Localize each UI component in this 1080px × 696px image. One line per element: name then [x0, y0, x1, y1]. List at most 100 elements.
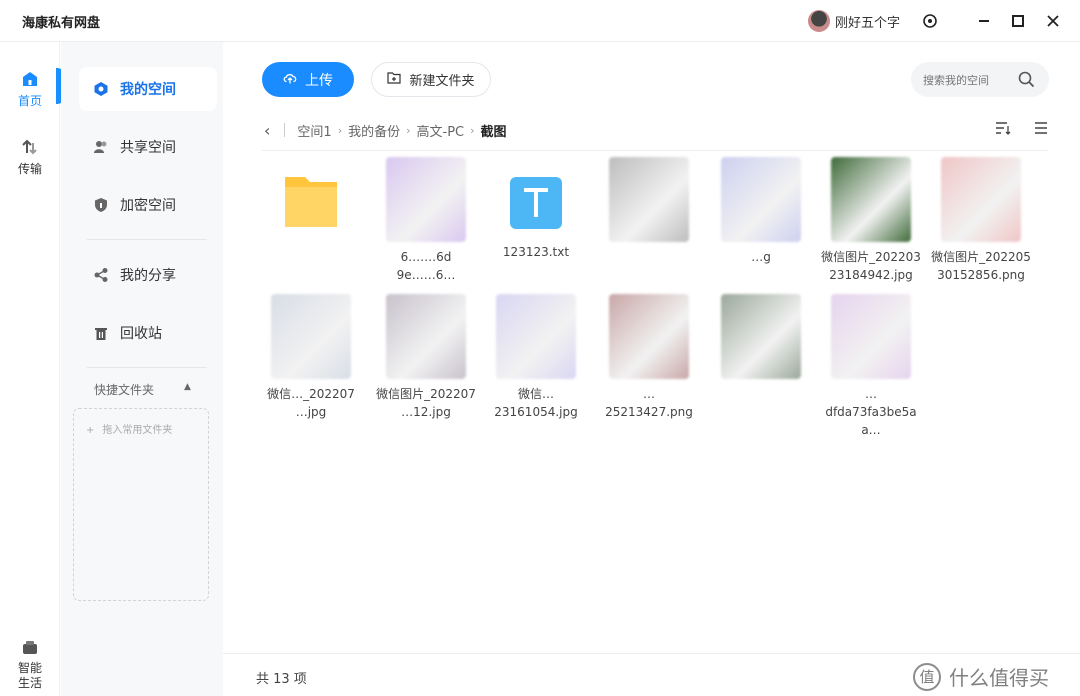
search-icon[interactable]	[1018, 71, 1035, 92]
settings-icon[interactable]	[918, 9, 942, 33]
smart-life-icon	[21, 624, 39, 654]
quick-folder-dropzone[interactable]: + 拖入常用文件夹	[73, 408, 209, 601]
file-name: …g	[751, 250, 771, 264]
file-item[interactable]: …g	[708, 157, 814, 266]
chevron-right-icon: ›	[337, 123, 343, 137]
image-thumbnail	[831, 294, 911, 379]
image-thumbnail	[721, 157, 801, 242]
search-input[interactable]	[923, 71, 1018, 89]
close-icon[interactable]	[1041, 9, 1065, 33]
sort-icon[interactable]	[995, 120, 1011, 139]
collapse-caret-icon[interactable]: ▲	[184, 382, 191, 392]
title-bar: 海康私有网盘 刚好五个字	[0, 0, 1080, 42]
breadcrumb-item[interactable]: 高文-PC	[417, 121, 465, 140]
share-icon	[93, 267, 109, 283]
new-folder-button[interactable]: 新建文件夹	[371, 62, 491, 97]
file-name: 微信图片_202203 23184942.jpg	[821, 250, 921, 282]
sidebar-item-trash[interactable]: 回收站	[79, 311, 217, 355]
watermark-logo: 值	[913, 662, 941, 691]
file-item[interactable]: 微信… 23161054.jpg	[483, 294, 589, 421]
file-name: … 25213427.png	[605, 387, 693, 419]
breadcrumb-divider	[284, 123, 286, 137]
cloud-upload-icon	[283, 71, 297, 89]
watermark: 值 什么值得买	[913, 662, 1049, 691]
image-thumbnail	[609, 294, 689, 379]
upload-button[interactable]: 上传	[262, 62, 354, 97]
status-bar: 共 13 项 值 什么值得买	[223, 653, 1080, 696]
nav-transfer[interactable]: 传输	[0, 138, 60, 177]
file-name: 微信图片_202205 30152856.png	[931, 250, 1031, 282]
sidebar-item-shared-space[interactable]: 共享空间	[79, 125, 217, 169]
nav-home-label: 首页	[17, 94, 42, 108]
sidebar-item-my-space[interactable]: 我的空间	[79, 67, 217, 111]
chevron-right-icon: ›	[406, 123, 411, 137]
back-chevron-icon[interactable]: ‹	[264, 121, 270, 140]
image-thumbnail	[386, 157, 466, 242]
file-name: … dfda73fa3be5aa…	[825, 387, 917, 437]
file-item[interactable]: 微信…_202207 …jpg	[258, 294, 364, 421]
secondary-sidebar: 我的空间 共享空间 加密空间 我的分享 回收站 快捷文件夹 ▲ + 拖入常用文件夹	[61, 42, 223, 696]
quick-folders-label: 快捷文件夹	[94, 383, 155, 397]
nav-home[interactable]: 首页	[0, 70, 60, 109]
minimize-icon[interactable]	[972, 9, 996, 33]
file-name: 123123.txt	[502, 245, 570, 259]
primary-nav: 首页 传输 智能 生活	[0, 42, 60, 696]
file-item[interactable]: 微信图片_202205 30152856.png	[928, 157, 1034, 284]
file-item[interactable]: 微信图片_202203 23184942.jpg	[818, 157, 924, 284]
file-item[interactable]	[708, 294, 814, 385]
breadcrumb-item[interactable]: 我的备份	[348, 121, 400, 140]
sidebar-item-my-share[interactable]: 我的分享	[79, 253, 217, 297]
folder-icon	[281, 157, 341, 237]
sidebar-item-label: 加密空间	[120, 198, 176, 214]
sidebar-item-label: 我的空间	[120, 82, 176, 98]
file-name: 微信… 23161054.jpg	[494, 387, 578, 419]
file-name: 微信…_202207 …jpg	[267, 387, 355, 419]
image-thumbnail	[941, 157, 1021, 242]
avatar[interactable]	[808, 10, 830, 32]
breadcrumb: ‹ 空间1 › 我的备份 › 高文-PC › 截图	[264, 120, 507, 140]
search-box	[911, 62, 1049, 97]
main-content: 上传 新建文件夹 ‹ 空间1 › 我的备份 › 高文-PC › 截图 6.……6…	[223, 42, 1080, 696]
item-count: 共 13 项	[256, 672, 307, 687]
sidebar-divider	[87, 367, 207, 368]
file-item[interactable]: … dfda73fa3be5aa…	[818, 294, 924, 439]
image-thumbnail	[271, 294, 351, 379]
app-title: 海康私有网盘	[22, 16, 101, 31]
breadcrumb-item[interactable]: 空间1	[297, 121, 331, 140]
sidebar-item-label: 我的分享	[120, 268, 176, 284]
chevron-right-icon: ›	[470, 123, 475, 137]
nav-smart-life[interactable]: 智能 生活	[0, 609, 60, 691]
dropzone-hint-text: 拖入常用文件夹	[102, 425, 173, 436]
folder-item[interactable]	[258, 157, 364, 243]
text-file-icon	[506, 157, 566, 237]
file-item[interactable]: 123123.txt	[483, 157, 589, 261]
my-space-icon	[93, 81, 109, 97]
breadcrumb-current: 截图	[480, 124, 507, 140]
file-item[interactable]: 6.……6d 9e……6…	[373, 157, 479, 284]
file-item[interactable]: … 25213427.png	[596, 294, 702, 421]
list-view-icon[interactable]	[1033, 120, 1049, 139]
file-name: 微信图片_202207 …12.jpg	[376, 387, 476, 419]
file-item[interactable]: 微信图片_202207 …12.jpg	[373, 294, 479, 421]
sidebar-divider	[87, 239, 207, 240]
sidebar-item-label: 回收站	[120, 326, 162, 342]
user-account[interactable]: 刚好五个字	[808, 10, 900, 32]
header-divider	[262, 150, 1048, 151]
shared-space-icon	[93, 139, 109, 155]
file-item[interactable]	[596, 157, 702, 248]
image-thumbnail	[831, 157, 911, 242]
username[interactable]: 刚好五个字	[835, 12, 900, 31]
watermark-text: 什么值得买	[949, 666, 1049, 690]
nav-transfer-label: 传输	[17, 162, 42, 176]
new-folder-icon	[387, 71, 402, 89]
view-controls	[995, 120, 1049, 139]
plus-icon: +	[86, 425, 95, 436]
nav-smart-life-label: 智能 生活	[17, 661, 42, 690]
trash-icon	[93, 325, 109, 341]
sidebar-item-label: 共享空间	[120, 140, 176, 156]
home-icon	[21, 70, 39, 88]
image-thumbnail	[496, 294, 576, 379]
file-name: 6.……6d 9e……6…	[396, 250, 456, 282]
sidebar-item-encrypted-space[interactable]: 加密空间	[79, 183, 217, 227]
maximize-icon[interactable]	[1006, 9, 1030, 33]
